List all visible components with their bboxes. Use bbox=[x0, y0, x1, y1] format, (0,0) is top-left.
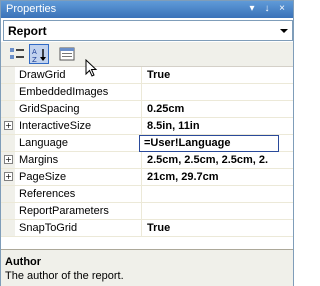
property-value[interactable]: True bbox=[147, 222, 287, 234]
property-name: References bbox=[19, 188, 76, 200]
column-divider[interactable] bbox=[141, 67, 142, 83]
property-row-interactivesize[interactable]: + InteractiveSize 8.5in, 11in bbox=[1, 118, 293, 135]
row-gutter bbox=[1, 203, 15, 219]
categorized-icon bbox=[10, 48, 24, 59]
property-row-snaptogrid[interactable]: SnapToGrid True bbox=[1, 220, 293, 237]
svg-text:Z: Z bbox=[32, 56, 37, 63]
mouse-pointer-icon bbox=[85, 59, 98, 77]
row-gutter bbox=[1, 84, 15, 100]
property-row-references[interactable]: References bbox=[1, 186, 293, 203]
property-value[interactable]: 8.5in, 11in bbox=[147, 120, 287, 132]
pin-icon[interactable]: ↓ bbox=[260, 2, 274, 16]
window-menu-icon[interactable]: ▾ bbox=[245, 2, 259, 16]
property-name: Language bbox=[19, 137, 137, 149]
property-value[interactable]: True bbox=[147, 69, 287, 81]
row-gutter bbox=[1, 220, 15, 236]
object-selector[interactable]: Report bbox=[3, 20, 293, 41]
property-row-embeddedimages[interactable]: EmbeddedImages bbox=[1, 84, 293, 101]
row-gutter bbox=[1, 135, 15, 151]
property-row-pagesize[interactable]: + PageSize 21cm, 29.7cm bbox=[1, 169, 293, 186]
properties-toolbar: A Z bbox=[1, 42, 293, 67]
categorized-button[interactable] bbox=[7, 44, 27, 64]
column-divider[interactable] bbox=[141, 169, 142, 185]
row-gutter: + bbox=[1, 152, 15, 168]
property-row-language[interactable]: Language =User!Language bbox=[1, 135, 293, 152]
property-name: GridSpacing bbox=[19, 103, 80, 115]
column-divider[interactable] bbox=[141, 186, 142, 202]
description-pane: Author The author of the report. bbox=[1, 249, 293, 286]
description-title: Author bbox=[5, 256, 42, 268]
alphabetical-button[interactable]: A Z bbox=[29, 44, 49, 64]
property-row-margins[interactable]: + Margins 2.5cm, 2.5cm, 2.5cm, 2. bbox=[1, 152, 293, 169]
column-divider[interactable] bbox=[141, 101, 142, 117]
row-gutter bbox=[1, 101, 15, 117]
column-divider[interactable] bbox=[141, 152, 142, 168]
expand-plus-icon[interactable]: + bbox=[4, 172, 13, 181]
object-selector-value: Report bbox=[8, 24, 47, 38]
property-pages-button[interactable] bbox=[57, 44, 77, 64]
property-name: ReportParameters bbox=[19, 205, 109, 217]
property-name: InteractiveSize bbox=[19, 120, 92, 132]
svg-text:A: A bbox=[32, 48, 37, 56]
sort-az-icon: A Z bbox=[32, 48, 46, 63]
description-text: The author of the report. bbox=[5, 270, 124, 282]
property-name: PageSize bbox=[19, 171, 67, 183]
column-divider[interactable] bbox=[141, 118, 142, 134]
property-row-drawgrid[interactable]: DrawGrid True bbox=[1, 67, 293, 84]
column-divider[interactable] bbox=[141, 203, 142, 219]
property-name: DrawGrid bbox=[19, 69, 66, 81]
row-gutter bbox=[1, 186, 15, 202]
window-title: Properties bbox=[6, 3, 57, 15]
property-row-gridspacing[interactable]: GridSpacing 0.25cm bbox=[1, 101, 293, 118]
expand-plus-icon[interactable]: + bbox=[4, 155, 13, 164]
property-value[interactable]: 0.25cm bbox=[147, 103, 287, 115]
property-grid: DrawGrid True EmbeddedImages GridSpacing… bbox=[1, 67, 293, 243]
row-gutter: + bbox=[1, 169, 15, 185]
expand-plus-icon[interactable]: + bbox=[4, 121, 13, 130]
column-divider[interactable] bbox=[141, 84, 142, 100]
property-name: SnapToGrid bbox=[19, 222, 78, 234]
property-value[interactable]: 21cm, 29.7cm bbox=[147, 171, 287, 183]
row-gutter bbox=[1, 67, 15, 83]
column-divider[interactable] bbox=[141, 220, 142, 236]
property-row-reportparameters[interactable]: ReportParameters bbox=[1, 203, 293, 220]
close-icon[interactable]: × bbox=[275, 2, 289, 16]
property-name: EmbeddedImages bbox=[19, 86, 109, 98]
chevron-down-icon[interactable] bbox=[276, 22, 291, 39]
properties-window: Properties ▾ ↓ × Report A Z DrawGrid Tru… bbox=[0, 0, 294, 286]
property-name: Margins bbox=[19, 154, 59, 166]
property-value[interactable]: 2.5cm, 2.5cm, 2.5cm, 2. bbox=[147, 154, 287, 166]
row-gutter: + bbox=[1, 118, 15, 134]
property-value-editor[interactable]: =User!Language bbox=[139, 135, 279, 152]
property-pages-icon bbox=[59, 47, 75, 61]
title-bar: Properties ▾ ↓ × bbox=[1, 1, 293, 18]
